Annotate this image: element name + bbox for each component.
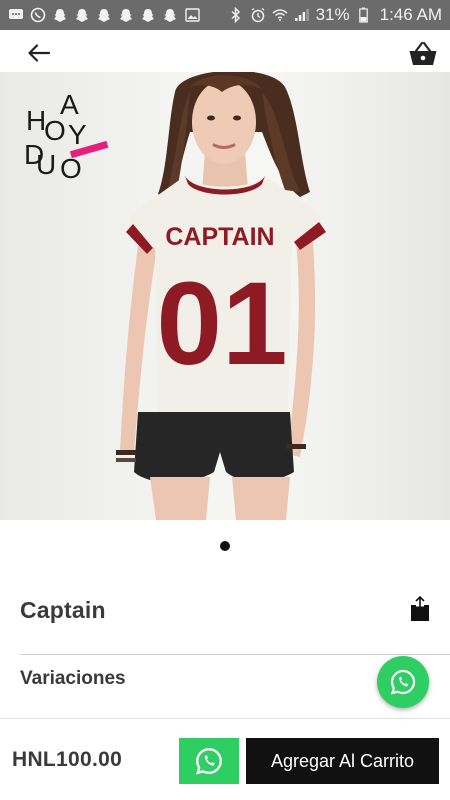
system-status: 31% 1:46 AM [228, 5, 442, 25]
battery-icon [356, 7, 372, 23]
app-bar [0, 30, 450, 74]
shirt-print-number: 01 [156, 258, 287, 390]
clock: 1:46 AM [379, 5, 442, 24]
signal-icon [294, 7, 310, 23]
product-image[interactable]: CAPTAIN 01 A H O Y D U O [0, 72, 450, 520]
image-pager [0, 536, 450, 556]
bluetooth-icon [228, 7, 244, 23]
shirt-print-text: CAPTAIN [165, 223, 274, 251]
image-icon [184, 7, 200, 23]
whatsapp-floating-button[interactable] [377, 656, 429, 708]
snapchat-icon [162, 7, 178, 23]
brand-logo: A H O Y D U O [24, 89, 109, 180]
basket-icon [409, 41, 437, 65]
product-detail-screen: 31% 1:46 AM CAPTAIN 01 A H O Y D U O Cap… [0, 0, 450, 800]
product-price: HNL100.00 [12, 748, 123, 771]
snapchat-icon [74, 7, 90, 23]
share-button[interactable] [409, 595, 431, 622]
divider [0, 718, 450, 719]
pager-dot-active[interactable] [220, 541, 230, 551]
snapchat-icon [140, 7, 156, 23]
arrow-left-icon [28, 44, 51, 62]
status-bar: 31% 1:46 AM [0, 0, 450, 30]
share-icon [411, 595, 429, 621]
battery-percent: 31% [315, 5, 350, 24]
variations-label[interactable]: Variaciones [20, 668, 126, 690]
whatsapp-icon [390, 669, 416, 695]
alarm-icon [250, 7, 266, 23]
whatsapp-icon [30, 7, 46, 23]
wifi-icon [272, 7, 288, 23]
message-icon [8, 7, 24, 23]
product-title: Captain [20, 596, 106, 623]
svg-text:A H O: A H O Y D U O [24, 89, 94, 180]
snapchat-icon [96, 7, 112, 23]
bottom-action-bar: HNL100.00 Agregar Al Carrito [0, 722, 450, 800]
snapchat-icon [118, 7, 134, 23]
add-to-cart-button[interactable]: Agregar Al Carrito [246, 738, 439, 784]
whatsapp-icon [196, 748, 222, 775]
cart-button[interactable] [404, 38, 442, 70]
whatsapp-button[interactable] [179, 738, 239, 784]
notification-icons [8, 7, 200, 23]
product-title-row: Captain [20, 590, 432, 630]
snapchat-icon [52, 7, 68, 23]
divider [20, 654, 450, 655]
back-button[interactable] [22, 40, 56, 66]
